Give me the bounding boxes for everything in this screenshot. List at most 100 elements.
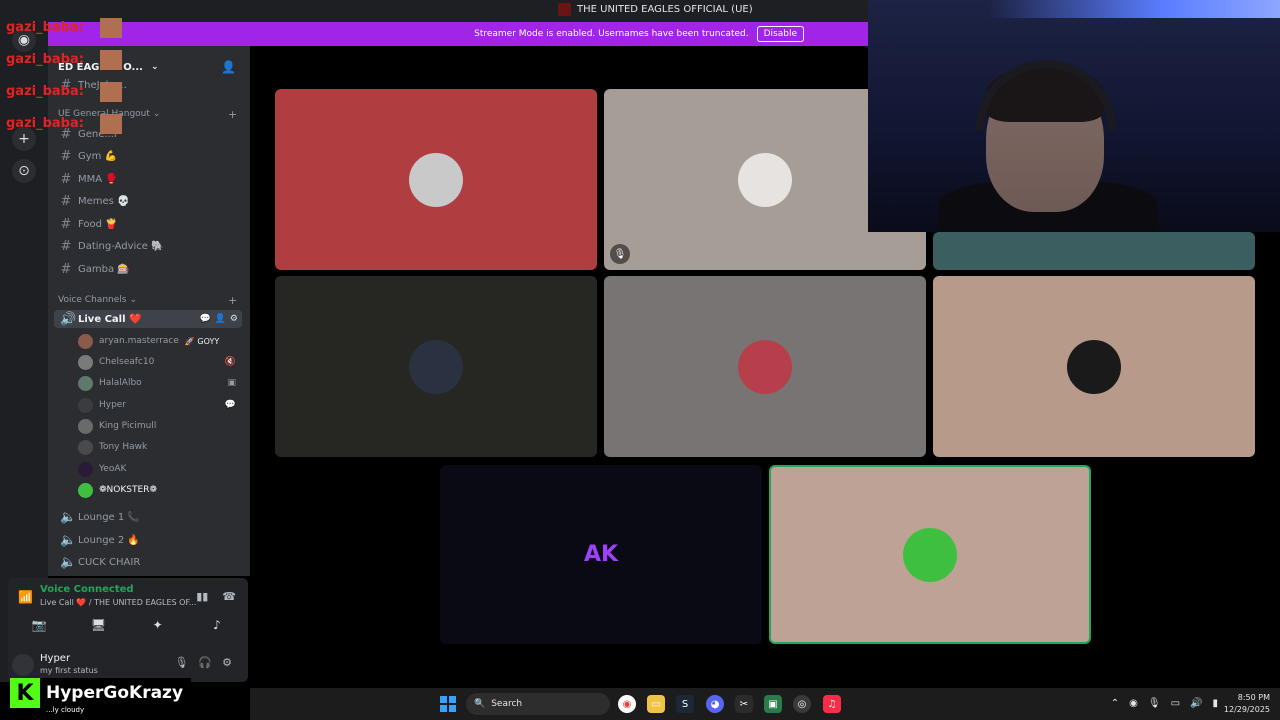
battery-icon[interactable]: ▮: [1212, 698, 1218, 709]
discover-icon[interactable]: ⊙: [12, 159, 36, 183]
server-icon: [558, 3, 571, 16]
voice-channel-cuck-chair[interactable]: 🔈 CUCK CHAIR: [60, 553, 140, 571]
video-tile[interactable]: [933, 232, 1255, 270]
network-icon[interactable]: ▭: [1171, 698, 1180, 709]
headphones-icon: [976, 60, 1116, 130]
clock[interactable]: 8:50 PM 12/29/2025: [1224, 692, 1270, 716]
user-avatar[interactable]: [12, 654, 34, 676]
tray-app-icon[interactable]: ◉: [1129, 698, 1138, 709]
voice-member[interactable]: aryan.masterrace 🚀 GOYY: [78, 332, 240, 350]
voice-member[interactable]: HalalAlbo ▣: [78, 374, 240, 392]
voice-member[interactable]: YeoAK: [78, 460, 240, 478]
avatar: [78, 354, 93, 370]
channel-label: Food 🍟: [78, 218, 118, 230]
noise-suppression-icon[interactable]: ▮▮: [196, 590, 208, 603]
channel-food[interactable]: # Food 🍟: [60, 215, 118, 233]
voice-member[interactable]: Chelseafc10 🔇: [78, 353, 240, 371]
avatar: [738, 152, 792, 207]
mic-icon[interactable]: 🎙: [174, 656, 188, 669]
avatar: [738, 339, 792, 394]
member-name: ❁NOKSTER❁: [99, 485, 157, 495]
streamer-mode-banner: Streamer Mode is enabled. Usernames have…: [48, 22, 868, 46]
hash-icon: #: [60, 171, 72, 187]
category-voice[interactable]: Voice Channels ⌄ +: [58, 294, 237, 307]
steam-icon[interactable]: S: [676, 695, 694, 713]
hash-icon: #: [60, 148, 72, 164]
gear-icon[interactable]: ⚙: [230, 314, 238, 324]
activities-button[interactable]: ✦: [133, 614, 183, 636]
chevron-down-icon: ⌄: [150, 62, 159, 72]
video-tile[interactable]: AK: [440, 465, 762, 644]
camera-off-button[interactable]: 📷: [14, 614, 64, 636]
chevron-up-icon[interactable]: ⌃: [1111, 698, 1119, 709]
hash-icon: #: [60, 193, 72, 209]
hash-icon: #: [60, 216, 72, 232]
chevron-down-icon: ⌄: [152, 109, 161, 119]
overlay-emote: [100, 50, 122, 70]
avatar: [78, 439, 93, 455]
video-tile[interactable]: [604, 276, 926, 457]
voice-channel-lounge-1[interactable]: 🔈 Lounge 1 📞: [60, 508, 140, 526]
member-tag: 🚀 GOYY: [184, 336, 220, 346]
voice-channel-lounge-2[interactable]: 🔈 Lounge 2 🔥: [60, 531, 140, 549]
channel-gamba[interactable]: # Gamba 🎰: [60, 260, 130, 278]
clock-date: 12/29/2025: [1223, 705, 1270, 714]
channel-label: Memes 💀: [78, 195, 130, 207]
voice-member[interactable]: Hyper 💬: [78, 396, 240, 414]
search-icon: 🔍: [474, 699, 486, 709]
taskbar-search[interactable]: 🔍 Search: [466, 693, 610, 715]
user-name[interactable]: Hyper: [40, 653, 70, 664]
overlay-emote: [100, 82, 122, 102]
disable-button[interactable]: Disable: [756, 26, 804, 42]
headphones-icon[interactable]: 🎧: [198, 656, 212, 669]
discord-icon[interactable]: ◕: [706, 695, 724, 713]
voice-member[interactable]: ❁NOKSTER❁: [78, 481, 240, 499]
clock-time: 8:50 PM: [1237, 693, 1270, 702]
chat-icon[interactable]: 💬: [199, 314, 210, 324]
disconnect-icon[interactable]: ☎: [222, 590, 236, 603]
member-name: aryan.masterrace: [99, 336, 179, 346]
voice-panel-icons: ▮▮ ☎: [196, 590, 236, 603]
chrome-icon[interactable]: ◉: [618, 695, 636, 713]
voice-channel-live-call[interactable]: 🔊 Live Call ❤️ 💬 👤 ⚙: [54, 310, 242, 328]
add-channel-icon[interactable]: +: [228, 294, 237, 307]
screen-share-button[interactable]: 🖥: [73, 614, 123, 636]
invite-icon[interactable]: 👤: [215, 314, 226, 324]
avatar: [1067, 339, 1121, 394]
member-name: Chelseafc10: [99, 357, 155, 367]
music-icon[interactable]: ♫: [823, 695, 841, 713]
capcut-icon[interactable]: ✂: [735, 695, 753, 713]
screen: THE UNITED EAGLES OFFICIAL (UE) Streamer…: [0, 0, 1280, 720]
channel-gym[interactable]: # Gym 💪: [60, 147, 118, 165]
mic-icon[interactable]: 🎙: [1148, 698, 1161, 709]
volume-icon[interactable]: 🔊: [1190, 698, 1202, 709]
gear-icon[interactable]: ⚙: [222, 656, 232, 669]
voice-member[interactable]: Tony Hawk: [78, 438, 240, 456]
voice-member[interactable]: King Picimull: [78, 417, 240, 435]
invite-icon[interactable]: 👤: [221, 60, 236, 74]
chat-icon: 💬: [224, 400, 236, 410]
obs-icon[interactable]: ◎: [793, 695, 811, 713]
user-status: my first status: [40, 666, 98, 675]
channel-dating-advice[interactable]: # Dating-Advice 🐘: [60, 237, 164, 255]
file-explorer-icon[interactable]: ▭: [647, 695, 665, 713]
app-icon[interactable]: ▣: [764, 695, 782, 713]
channel-label: Gym 💪: [78, 150, 118, 162]
video-tile[interactable]: [275, 276, 597, 457]
member-name: HalalAlbo: [99, 378, 142, 388]
channel-mma[interactable]: # MMA 🥊: [60, 170, 118, 188]
video-tile[interactable]: [769, 465, 1091, 644]
system-tray: ⌃ ◉ 🎙 ▭ 🔊 ▮: [1111, 698, 1218, 709]
add-channel-icon[interactable]: +: [228, 108, 237, 121]
soundboard-button[interactable]: ♪: [192, 614, 242, 636]
chat-overlay-line: gazi_baba:: [6, 52, 84, 67]
voice-connected-channel[interactable]: Live Call ❤️ / THE UNITED EAGLES OF...: [40, 598, 196, 607]
channel-label: MMA 🥊: [78, 173, 118, 185]
windows-start-icon[interactable]: [440, 696, 456, 712]
video-tile[interactable]: [933, 276, 1255, 457]
overlay-emote: [100, 114, 122, 134]
video-tile[interactable]: [275, 89, 597, 270]
avatar: [903, 527, 957, 582]
channel-memes[interactable]: # Memes 💀: [60, 192, 130, 210]
voice-connected-label[interactable]: Voice Connected: [40, 584, 134, 595]
